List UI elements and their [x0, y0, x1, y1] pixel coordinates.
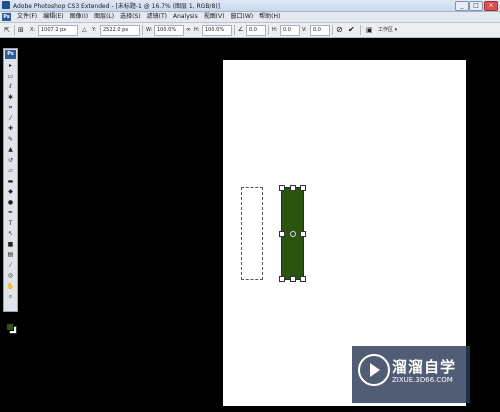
pen-tool-icon[interactable]: ✒ [6, 209, 15, 216]
selection-marquee [241, 187, 263, 280]
clone-stamp-tool-icon[interactable]: ▲ [6, 146, 15, 153]
commit-transform-icon[interactable]: ✔ [348, 25, 355, 35]
foreground-color-swatch[interactable] [6, 323, 14, 331]
menu-item[interactable]: 图层(L) [91, 12, 117, 22]
menu-item[interactable]: 帮助(H) [256, 12, 283, 22]
menu-bar: Ps 文件(F) 编辑(E) 图像(I) 图层(L) 选择(S) 滤镜(T) Analysi… [0, 12, 500, 23]
h-label: H: [194, 27, 200, 33]
app-icon [2, 1, 10, 9]
width-scale-value: 100.0% [157, 27, 177, 33]
eyedropper-tool-icon[interactable]: ⁄ [6, 262, 15, 269]
gradient-tool-icon[interactable]: ▬ [6, 178, 15, 185]
h-skew-field[interactable]: 0.0 [280, 25, 300, 36]
reference-point-icon[interactable]: ⊞ [18, 25, 24, 35]
y-label: Y: [92, 27, 97, 33]
menu-item[interactable]: 文件(F) [14, 12, 40, 22]
eraser-tool-icon[interactable]: ▱ [6, 167, 15, 174]
history-brush-tool-icon[interactable]: ↺ [6, 157, 15, 164]
shape-tool-icon[interactable]: ■ [6, 241, 15, 248]
blur-tool-icon[interactable]: ◆ [6, 188, 15, 195]
h-skew-label: H: [272, 27, 278, 33]
notes-tool-icon[interactable]: ▤ [6, 251, 15, 258]
height-scale-value: 100.0% [205, 27, 225, 33]
options-bar: ⇱ ⊞ X: 1007.2 px △ Y: 2522.0 px W: 100.0… [0, 23, 500, 38]
transform-handle-top-center[interactable] [290, 185, 296, 191]
crop-tool-icon[interactable]: ⌗ [6, 104, 15, 111]
transform-handle-middle-left[interactable] [279, 231, 285, 237]
tools-ps-logo: Ps [5, 50, 16, 59]
close-button[interactable]: × [484, 1, 498, 11]
v-skew-label: V: [302, 27, 307, 33]
menu-item[interactable]: 编辑(E) [40, 12, 66, 22]
w-label: W: [146, 27, 153, 33]
transform-handle-bottom-right[interactable] [300, 276, 306, 282]
type-tool-icon[interactable]: T [6, 220, 15, 227]
dodge-tool-icon[interactable]: ● [6, 199, 15, 206]
tools-panel: Ps ▸ ▭ ℓ ✱ ⌗ ⁄ ✚ ✎ ▲ ↺ ▱ ▬ ◆ ● ✒ T ↖ ■ ▤ ⁄ ◎ ✋ ⌕ [3, 48, 18, 334]
y-position-value: 2522.0 px [103, 27, 129, 33]
transform-center-point[interactable] [290, 231, 296, 237]
x-label: X: [30, 27, 36, 33]
transform-handle-middle-right[interactable] [300, 231, 306, 237]
width-scale-field[interactable]: 100.0% [154, 25, 184, 36]
rotation-field[interactable]: 0.0 [246, 25, 266, 36]
transform-handle-top-right[interactable] [300, 185, 306, 191]
lasso-tool-icon[interactable]: ℓ [6, 83, 15, 90]
transform-handle-bottom-center[interactable] [290, 276, 296, 282]
magic-wand-tool-icon[interactable]: ✱ [6, 94, 15, 101]
menu-item[interactable]: 窗口(W) [228, 12, 257, 22]
3d-rotate-tool-icon[interactable]: ◎ [6, 272, 15, 279]
hand-tool-icon[interactable]: ✋ [6, 283, 15, 290]
menu-item[interactable]: 选择(S) [117, 12, 144, 22]
x-position-value: 1007.2 px [41, 27, 67, 33]
menu-items: 文件(F) 编辑(E) 图像(I) 图层(L) 选择(S) 滤镜(T) Analysis 视图… [14, 12, 283, 22]
y-position-field[interactable]: 2522.0 px [100, 25, 140, 36]
rotation-value: 0.0 [249, 27, 257, 33]
transform-tool-icon[interactable]: ⇱ [4, 25, 10, 35]
color-swatches[interactable] [6, 323, 17, 334]
path-selection-tool-icon[interactable]: ↖ [6, 230, 15, 237]
slice-tool-icon[interactable]: ⁄ [6, 115, 15, 122]
minimize-button[interactable]: _ [455, 1, 469, 11]
rotate-icon: ∠ [238, 26, 244, 33]
watermark: 溜溜自学 ZIXUE.3D66.COM [352, 346, 470, 403]
watermark-brand: 溜溜自学 [392, 358, 457, 376]
v-skew-field[interactable]: 0.0 [310, 25, 330, 36]
watermark-url: ZIXUE.3D66.COM [392, 376, 453, 384]
transform-handle-bottom-left[interactable] [279, 276, 285, 282]
play-logo-icon [358, 354, 390, 386]
zoom-tool-icon[interactable]: ⌕ [6, 293, 15, 300]
brush-tool-icon[interactable]: ✎ [6, 136, 15, 143]
menu-item[interactable]: 图像(I) [67, 12, 91, 22]
cancel-transform-icon[interactable]: ⊘ [336, 25, 343, 35]
v-skew-value: 0.0 [313, 27, 321, 33]
height-scale-field[interactable]: 100.0% [202, 25, 232, 36]
workspace-menu[interactable]: 工作区 ▾ [378, 25, 397, 35]
menu-item[interactable]: 滤镜(T) [144, 12, 170, 22]
h-skew-value: 0.0 [283, 27, 291, 33]
marquee-tool-icon[interactable]: ▭ [6, 73, 15, 80]
move-tool-icon[interactable]: ▸ [6, 62, 15, 69]
maximize-button[interactable]: □ [469, 1, 483, 11]
healing-brush-tool-icon[interactable]: ✚ [6, 125, 15, 132]
ps-logo-icon: Ps [2, 13, 11, 21]
menu-item[interactable]: Analysis [170, 12, 201, 22]
bridge-icon[interactable]: ▣ [366, 25, 373, 35]
link-icon[interactable]: ∞ [186, 25, 191, 35]
title-bar: Adobe Photoshop CS3 Extended - [未标题-1 @ … [0, 0, 500, 12]
relative-position-icon[interactable]: △ [82, 25, 87, 35]
window-title: Adobe Photoshop CS3 Extended - [未标题-1 @ … [13, 3, 220, 10]
x-position-field[interactable]: 1007.2 px [38, 25, 78, 36]
transform-handle-top-left[interactable] [279, 185, 285, 191]
menu-item[interactable]: 视图(V) [201, 12, 228, 22]
